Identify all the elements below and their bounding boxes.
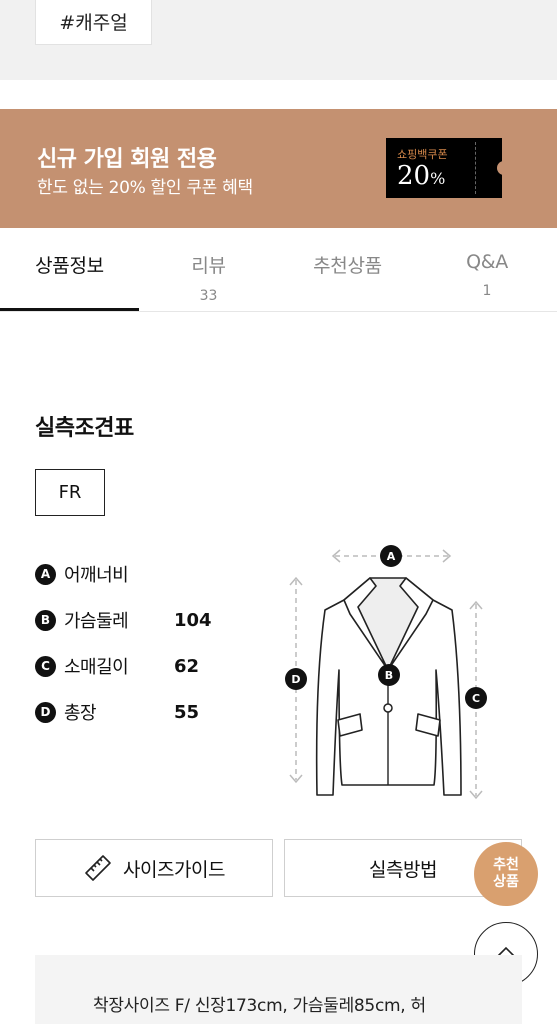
measure-badge: C [35,655,56,677]
size-chart-title: 실측조견표 [35,416,134,441]
diagram-badge-d: D [291,673,300,686]
tab-count: 33 [199,288,218,304]
coupon-notch [497,161,507,175]
measure-badge: D [35,701,56,723]
coupon-label: 쇼핑백쿠폰 [397,148,448,161]
measure-label: 총장 [64,703,97,724]
size-guide-button[interactable]: 사이즈가이드 [35,839,273,897]
tab-reviews[interactable]: 리뷰 33 [139,228,278,312]
product-tabs: 상품정보 리뷰 33 추천상품 Q&A 1 [0,228,557,312]
measure-value: 104 [174,609,212,631]
measurement-row: C 소매길이 62 [35,655,200,678]
size-guide-label: 사이즈가이드 [123,858,225,881]
measure-label: 소매길이 [64,657,129,678]
fab-label-line2: 상품 [493,874,519,890]
tab-recommended[interactable]: 추천상품 [278,228,417,312]
measure-value: 55 [174,701,200,723]
measurement-row: A 어깨너비 [35,563,174,586]
tab-label: Q&A [466,251,508,273]
measurement-row: D 총장 55 [35,701,200,724]
tab-label: 상품정보 [35,255,104,277]
recommended-products-fab[interactable]: 추천 상품 [474,842,538,906]
diagram-badge-a: A [387,550,396,563]
coupon-value: 20% [397,161,445,191]
measurement-row: B 가슴둘레 104 [35,609,212,632]
measure-label: 가슴둘레 [64,611,129,632]
hashtag-chip[interactable]: #캐주얼 [35,0,152,45]
banner-subtitle: 한도 없는 20% 할인 쿠폰 혜택 [37,178,253,198]
size-option-button[interactable]: FR [35,469,105,516]
fab-label-line1: 추천 [493,857,519,873]
measure-badge: B [35,609,56,631]
tab-product-info[interactable]: 상품정보 [0,228,139,312]
active-tab-indicator [0,308,139,311]
measure-method-label: 실측방법 [369,858,437,881]
ruler-icon [85,855,111,881]
model-info-text: 착장사이즈 F/ 신장173cm, 가슴둘레85cm, 허 [93,996,426,1016]
tab-label: 리뷰 [191,255,226,277]
diagram-badge-b: B [385,669,393,682]
measure-badge: A [35,563,56,585]
tab-qna[interactable]: Q&A 1 [417,228,557,312]
measure-value: 62 [174,655,200,677]
coupon-divider [475,142,476,194]
banner-title: 신규 가입 회원 전용 [37,147,217,172]
measure-label: 어깨너비 [64,565,129,586]
tab-count: 1 [482,283,492,299]
tab-label: 추천상품 [313,255,382,277]
coupon-percent: % [430,169,446,188]
jacket-diagram: A B C D [285,545,487,800]
coupon-number: 20 [397,161,431,191]
diagram-badge-c: C [472,692,480,705]
